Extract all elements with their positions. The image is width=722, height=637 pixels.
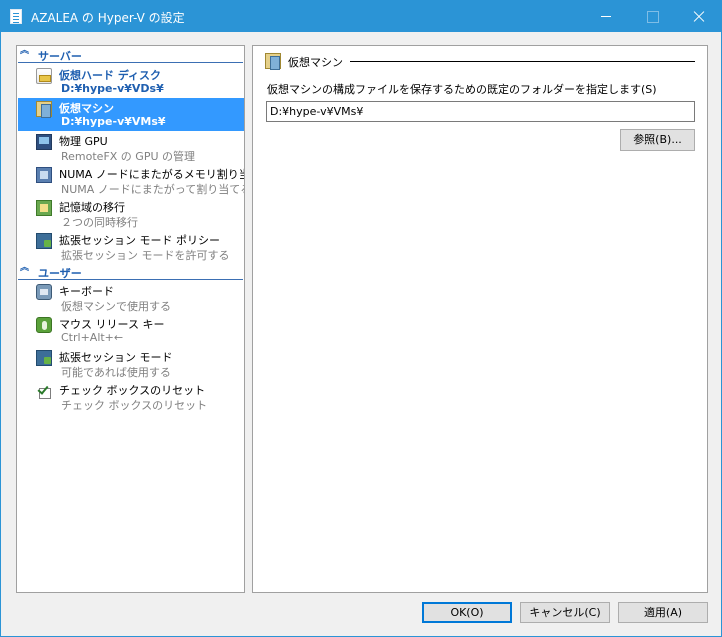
nav-item-enhanced-session-mode[interactable]: 拡張セッション モード 可能であれば使用する	[18, 347, 244, 380]
nav-item-numa-spanning[interactable]: NUMA ノードにまたがるメモリ割り当て NUMA ノードにまたがって割り当てる	[18, 164, 245, 197]
keyboard-icon	[36, 284, 52, 300]
mouse-icon	[36, 317, 52, 333]
nav-item-storage-migration[interactable]: 記憶域の移行 ２つの同時移行	[18, 197, 244, 230]
nav-item-name: マウス リリース キー	[59, 318, 165, 331]
section-header-user[interactable]: ︽ ユーザー	[18, 264, 243, 280]
section-header-server[interactable]: ︽ サーバー	[18, 47, 243, 63]
nav-item-subtext: 可能であれば使用する	[61, 366, 171, 379]
nav-item-mouse-release-key[interactable]: マウス リリース キー Ctrl+Alt+←	[18, 314, 244, 347]
cancel-button[interactable]: キャンセル(C)	[520, 602, 610, 623]
nav-item-reset-checkboxes[interactable]: チェック ボックスのリセット チェック ボックスのリセット	[18, 380, 244, 413]
vm-folder-input[interactable]: D:¥hype-v¥VMs¥	[266, 101, 695, 122]
nav-item-name: 拡張セッション モード ポリシー	[59, 234, 220, 247]
document-settings-icon	[10, 9, 22, 24]
settings-detail-panel: 仮想マシン 仮想マシンの構成ファイルを保存するための既定のフォルダーを指定します…	[252, 45, 708, 593]
nav-item-physical-gpu[interactable]: 物理 GPU RemoteFX の GPU の管理	[18, 131, 244, 164]
nav-item-subtext: 拡張セッション モードを許可する	[61, 249, 230, 262]
close-button[interactable]	[675, 1, 721, 32]
nav-item-name: 物理 GPU	[59, 135, 108, 148]
nav-item-enhanced-session-policy[interactable]: 拡張セッション モード ポリシー 拡張セッション モードを許可する	[18, 230, 244, 263]
nav-item-subtext: 仮想マシンで使用する	[61, 300, 171, 313]
nav-item-name: チェック ボックスのリセット	[59, 384, 206, 397]
collapse-chevron-icon[interactable]: ︽	[20, 264, 30, 277]
nav-item-name: 記憶域の移行	[59, 201, 125, 214]
nav-item-virtual-hard-disk[interactable]: 仮想ハード ディスク D:¥hype-v¥VDs¥	[18, 65, 244, 98]
nav-item-subtext: ２つの同時移行	[61, 216, 138, 229]
nav-item-name: NUMA ノードにまたがるメモリ割り当て	[59, 168, 245, 181]
browse-button[interactable]: 参照(B)...	[620, 129, 695, 151]
migration-icon	[36, 200, 52, 216]
numa-icon	[36, 167, 52, 183]
ok-button[interactable]: OK(O)	[422, 602, 512, 623]
nav-item-subtext: Ctrl+Alt+←	[61, 331, 124, 344]
folder-description: 仮想マシンの構成ファイルを保存するための既定のフォルダーを指定します(S)	[267, 83, 657, 96]
nav-item-name: 仮想ハード ディスク	[59, 69, 162, 82]
nav-item-name: キーボード	[59, 285, 114, 298]
monitor-icon	[36, 134, 52, 150]
title-bar[interactable]: AZALEA の Hyper-V の設定	[1, 1, 721, 32]
session-icon	[36, 350, 52, 366]
nav-item-name: 拡張セッション モード	[59, 351, 173, 364]
maximize-button[interactable]	[629, 1, 675, 32]
window-title: AZALEA の Hyper-V の設定	[31, 11, 185, 25]
apply-button[interactable]: 適用(A)	[618, 602, 708, 623]
vm-icon	[36, 101, 52, 118]
vm-icon	[265, 53, 281, 70]
nav-item-subtext: RemoteFX の GPU の管理	[61, 150, 196, 163]
section-label: ユーザー	[38, 267, 82, 280]
nav-item-subtext: D:¥hype-v¥VDs¥	[61, 82, 164, 95]
title-divider	[350, 61, 695, 62]
nav-item-virtual-machine[interactable]: 仮想マシン D:¥hype-v¥VMs¥	[18, 98, 244, 131]
nav-item-subtext: D:¥hype-v¥VMs¥	[61, 115, 166, 128]
checkbox-icon	[36, 383, 52, 399]
collapse-chevron-icon[interactable]: ︽	[20, 47, 30, 60]
nav-item-keyboard[interactable]: キーボード 仮想マシンで使用する	[18, 281, 244, 314]
panel-title: 仮想マシン	[288, 56, 343, 69]
minimize-button[interactable]	[583, 1, 629, 32]
nav-item-subtext: チェック ボックスのリセット	[61, 399, 208, 412]
session-icon	[36, 233, 52, 249]
settings-navigation-tree[interactable]: ︽ サーバー 仮想ハード ディスク D:¥hype-v¥VDs¥ 仮想マシン D…	[16, 45, 245, 593]
nav-item-subtext: NUMA ノードにまたがって割り当てる	[61, 183, 245, 196]
nav-item-name: 仮想マシン	[59, 102, 114, 115]
settings-window: AZALEA の Hyper-V の設定 ︽ サーバー 仮想ハード ディスク D…	[0, 0, 722, 637]
disk-icon	[36, 68, 52, 84]
section-label: サーバー	[38, 50, 82, 63]
